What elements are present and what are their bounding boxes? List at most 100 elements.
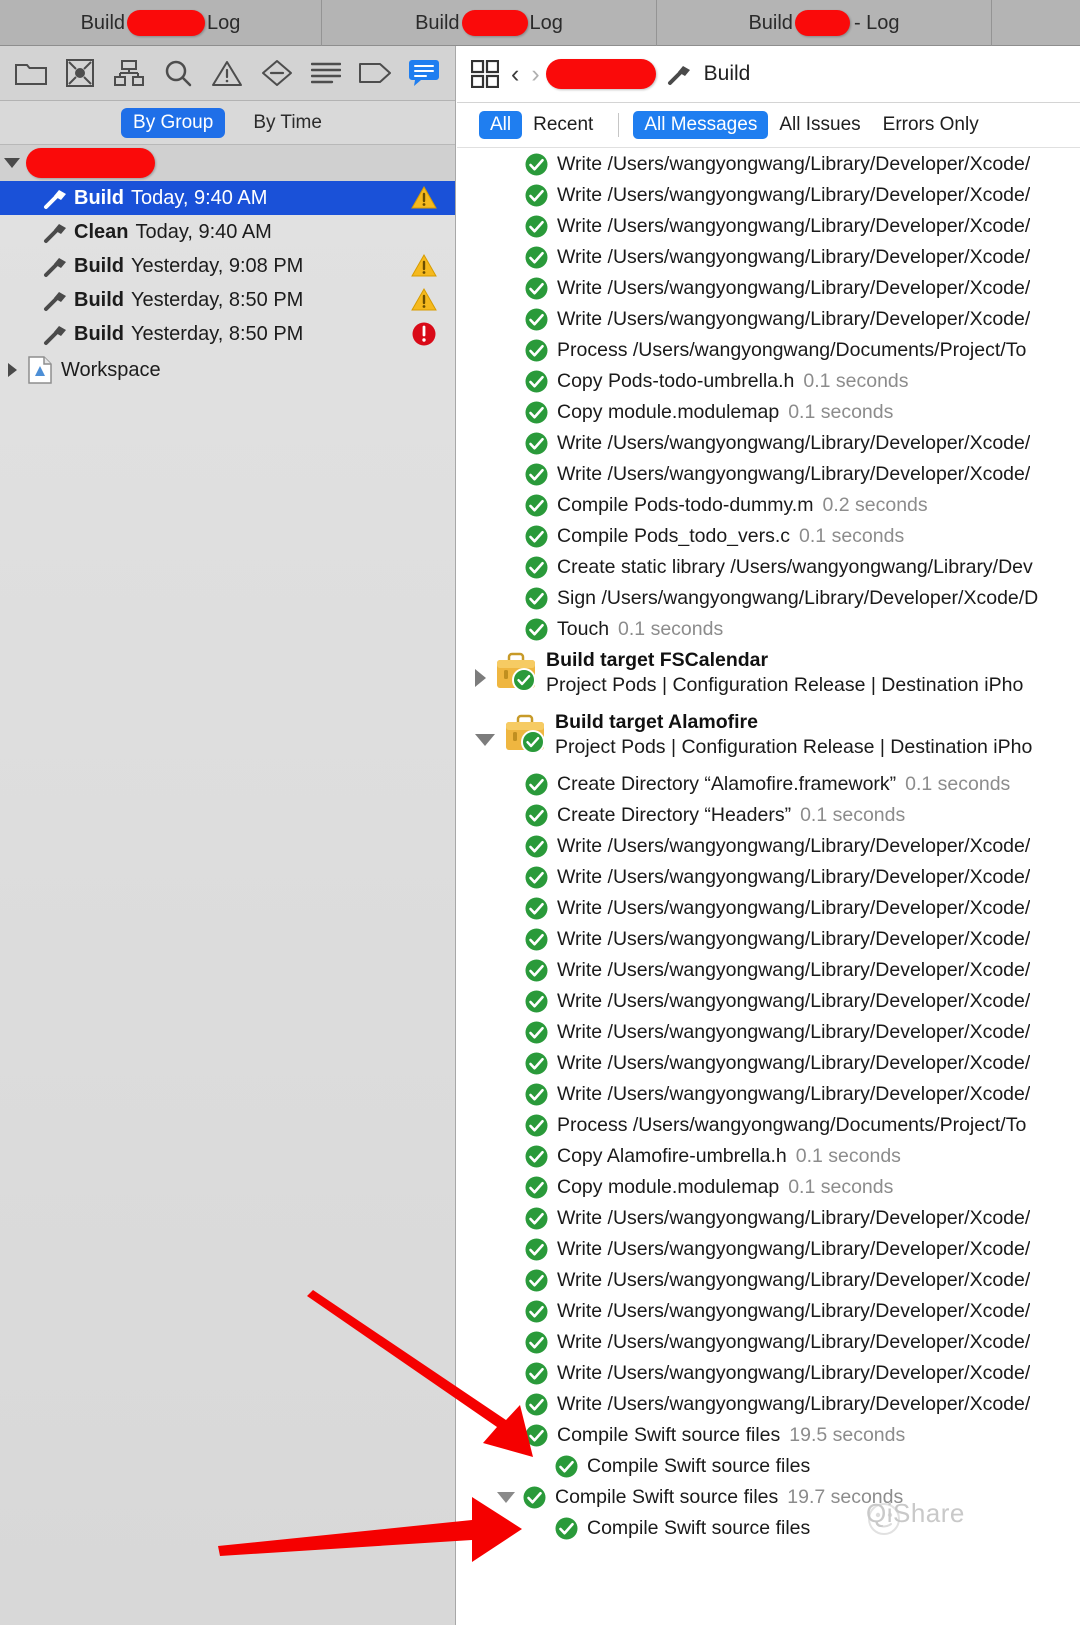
log-build-target-row[interactable]: Build target Alamofire Project Pods | Con…: [457, 707, 1080, 769]
chevron-down-icon[interactable]: [4, 158, 20, 168]
log-entry-row[interactable]: Copy module.modulemap 0.1 seconds: [457, 1172, 1080, 1203]
grid-assistant-icon[interactable]: [471, 60, 499, 88]
log-entry-row[interactable]: Write /Users/wangyongwang/Library/Develo…: [457, 955, 1080, 986]
symbol-hierarchy-icon[interactable]: [104, 48, 153, 98]
tab-build-log-3[interactable]: Build - Log: [657, 0, 992, 46]
success-check-icon: [525, 897, 548, 920]
log-bubble-icon[interactable]: [400, 48, 449, 98]
breadcrumb-action-label[interactable]: Build: [704, 62, 751, 86]
success-check-icon: [525, 587, 548, 610]
log-entry-list[interactable]: Write /Users/wangyongwang/Library/Develo…: [457, 149, 1080, 1625]
log-entry-row[interactable]: Write /Users/wangyongwang/Library/Develo…: [457, 1296, 1080, 1327]
nav-item-action: Clean: [74, 220, 129, 243]
log-entry-text: Process /Users/wangyongwang/Documents/Pr…: [557, 1114, 1027, 1136]
scope-by-group[interactable]: By Group: [121, 107, 226, 138]
status-icon-wrap: [525, 866, 557, 889]
build-target-briefcase-icon: [506, 714, 545, 754]
log-entry-row[interactable]: Compile Pods-todo-dummy.m 0.2 seconds: [457, 490, 1080, 521]
log-entry-row[interactable]: Compile Swift source files 19.7 seconds: [457, 1482, 1080, 1513]
warning-triangle-icon[interactable]: [203, 48, 252, 98]
log-entry-row[interactable]: Create Directory “Headers” 0.1 seconds: [457, 800, 1080, 831]
log-entry-row[interactable]: Write /Users/wangyongwang/Library/Develo…: [457, 211, 1080, 242]
log-entry-row[interactable]: Write /Users/wangyongwang/Library/Develo…: [457, 1327, 1080, 1358]
chevron-right-icon[interactable]: [8, 363, 17, 377]
tab-build-log-1[interactable]: Build Log: [0, 0, 322, 46]
watermark-label: QiShare: [866, 1498, 965, 1528]
log-entry-row[interactable]: Write /Users/wangyongwang/Library/Develo…: [457, 986, 1080, 1017]
log-entry-row[interactable]: Process /Users/wangyongwang/Documents/Pr…: [457, 1110, 1080, 1141]
nav-item-workspace[interactable]: Workspace: [0, 351, 455, 389]
log-entry-row[interactable]: Write /Users/wangyongwang/Library/Develo…: [457, 149, 1080, 180]
warning-badge-icon: [411, 253, 437, 277]
forward-chevron-icon[interactable]: ›: [531, 60, 539, 89]
log-entry-row[interactable]: Write /Users/wangyongwang/Library/Develo…: [457, 242, 1080, 273]
log-entry-row[interactable]: Write /Users/wangyongwang/Library/Develo…: [457, 924, 1080, 955]
filter-recent[interactable]: Recent: [522, 111, 604, 139]
nav-item-build-3[interactable]: Build Yesterday, 8:50 PM: [0, 283, 455, 317]
success-check-icon: [525, 1393, 548, 1416]
status-icon-wrap: [555, 1455, 587, 1478]
log-entry-row[interactable]: Write /Users/wangyongwang/Library/Develo…: [457, 1358, 1080, 1389]
tab-overflow[interactable]: [992, 0, 1080, 46]
log-entry-row[interactable]: Copy Alamofire-umbrella.h 0.1 seconds: [457, 1141, 1080, 1172]
log-entry-row[interactable]: Compile Swift source files: [457, 1451, 1080, 1482]
breakpoint-icon[interactable]: [252, 48, 301, 98]
chevron-down-icon[interactable]: [497, 1492, 515, 1503]
success-check-icon: [525, 1424, 548, 1447]
source-control-icon[interactable]: [55, 48, 104, 98]
log-entry-row[interactable]: Write /Users/wangyongwang/Library/Develo…: [457, 893, 1080, 924]
log-entry-row[interactable]: Compile Swift source files: [457, 1513, 1080, 1544]
chevron-right-icon[interactable]: [475, 669, 486, 687]
log-entry-row[interactable]: Copy module.modulemap 0.1 seconds: [457, 397, 1080, 428]
log-entry-row[interactable]: Write /Users/wangyongwang/Library/Develo…: [457, 1017, 1080, 1048]
log-entry-row[interactable]: Compile Swift source files 19.5 seconds: [457, 1420, 1080, 1451]
log-entry-row[interactable]: Compile Pods_todo_vers.c 0.1 seconds: [457, 521, 1080, 552]
log-entry-row[interactable]: Write /Users/wangyongwang/Library/Develo…: [457, 1079, 1080, 1110]
log-entry-row[interactable]: Create static library /Users/wangyongwan…: [457, 552, 1080, 583]
status-icon-wrap: [525, 990, 557, 1013]
chevron-down-icon[interactable]: [475, 734, 495, 746]
scope-by-time[interactable]: By Time: [241, 108, 334, 138]
nav-item-clean-1[interactable]: Clean Today, 9:40 AM: [0, 215, 455, 249]
log-entry-row[interactable]: Write /Users/wangyongwang/Library/Develo…: [457, 1389, 1080, 1420]
log-entry-row[interactable]: Touch 0.1 seconds: [457, 614, 1080, 645]
nav-item-build-4[interactable]: Build Yesterday, 8:50 PM: [0, 317, 455, 351]
log-entry-text: Write /Users/wangyongwang/Library/Develo…: [557, 928, 1031, 950]
log-entry-row[interactable]: Write /Users/wangyongwang/Library/Develo…: [457, 304, 1080, 335]
log-entry-row[interactable]: Write /Users/wangyongwang/Library/Develo…: [457, 831, 1080, 862]
log-entry-row[interactable]: Write /Users/wangyongwang/Library/Develo…: [457, 180, 1080, 211]
nav-item-action: Build: [74, 186, 124, 209]
filter-errors-only[interactable]: Errors Only: [872, 111, 990, 139]
log-entry-row[interactable]: Write /Users/wangyongwang/Library/Develo…: [457, 1048, 1080, 1079]
filter-all[interactable]: All: [479, 111, 523, 139]
log-entry-row[interactable]: Sign /Users/wangyongwang/Library/Develop…: [457, 583, 1080, 614]
log-entry-row[interactable]: Copy Pods-todo-umbrella.h 0.1 seconds: [457, 366, 1080, 397]
success-check-icon: [525, 804, 548, 827]
log-entry-row[interactable]: Write /Users/wangyongwang/Library/Develo…: [457, 273, 1080, 304]
search-icon[interactable]: [154, 48, 203, 98]
log-entry-text: Sign /Users/wangyongwang/Library/Develop…: [557, 587, 1039, 609]
tab-build-log-2[interactable]: Build Log: [322, 0, 657, 46]
hammer-icon: [44, 190, 66, 209]
status-icon-wrap: [525, 339, 557, 362]
nav-item-build-2[interactable]: Build Yesterday, 9:08 PM: [0, 249, 455, 283]
nav-item-build-0[interactable]: Build Today, 9:40 AM: [0, 181, 455, 215]
log-entry-row[interactable]: Process /Users/wangyongwang/Documents/Pr…: [457, 335, 1080, 366]
folder-icon[interactable]: [6, 48, 55, 98]
log-entry-text: Write /Users/wangyongwang/Library/Develo…: [557, 153, 1031, 175]
log-entry-row[interactable]: Write /Users/wangyongwang/Library/Develo…: [457, 428, 1080, 459]
log-entry-row[interactable]: Write /Users/wangyongwang/Library/Develo…: [457, 1234, 1080, 1265]
log-entry-row[interactable]: Write /Users/wangyongwang/Library/Develo…: [457, 1265, 1080, 1296]
report-icon[interactable]: [301, 48, 350, 98]
filter-all-messages[interactable]: All Messages: [633, 111, 769, 139]
filter-all-issues[interactable]: All Issues: [768, 111, 871, 139]
tag-icon[interactable]: [351, 48, 400, 98]
log-entry-row[interactable]: Write /Users/wangyongwang/Library/Develo…: [457, 1203, 1080, 1234]
log-entry-row[interactable]: Create Directory “Alamofire.framework” 0.…: [457, 769, 1080, 800]
log-entry-row[interactable]: Write /Users/wangyongwang/Library/Develo…: [457, 862, 1080, 893]
log-build-target-row[interactable]: Build target FSCalendar Project Pods | Co…: [457, 645, 1080, 707]
back-chevron-icon[interactable]: ‹: [511, 60, 519, 89]
success-check-icon: [525, 463, 548, 486]
navigator-group-header[interactable]: [0, 145, 455, 181]
log-entry-row[interactable]: Write /Users/wangyongwang/Library/Develo…: [457, 459, 1080, 490]
